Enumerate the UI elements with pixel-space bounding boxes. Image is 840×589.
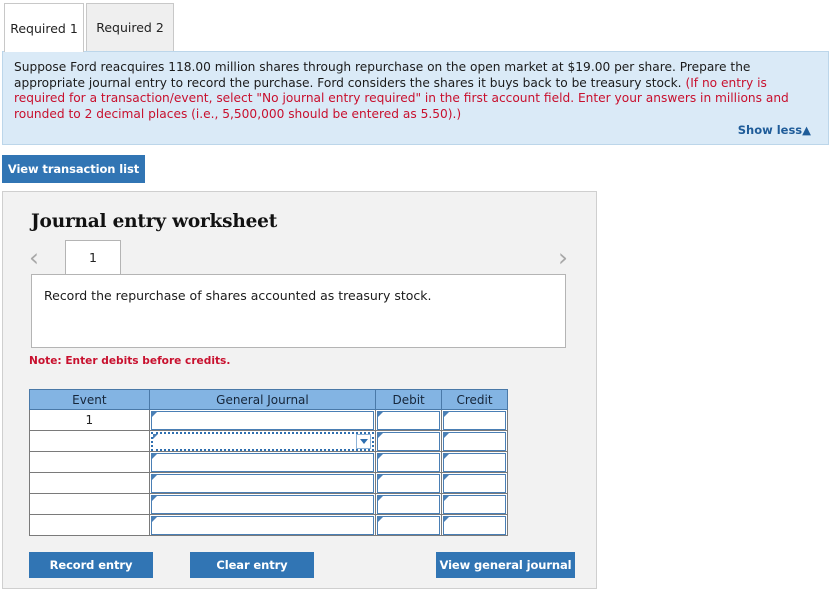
table-row: 1 — [29, 409, 508, 431]
account-select-input-active[interactable] — [150, 431, 375, 451]
debit-input[interactable] — [377, 494, 441, 514]
event-cell — [29, 430, 150, 452]
debit-input[interactable] — [377, 431, 441, 451]
account-select-input[interactable] — [150, 452, 375, 472]
general-journal-cell[interactable] — [148, 451, 377, 473]
chevron-right-icon[interactable]: › — [558, 245, 568, 270]
credit-input[interactable] — [443, 494, 506, 514]
event-cell — [29, 472, 150, 494]
account-select-input[interactable] — [150, 515, 375, 535]
record-entry-button[interactable]: Record entry — [29, 552, 153, 578]
tab-required-1-label: Required 1 — [10, 20, 78, 36]
worksheet-page-tab-1[interactable]: 1 — [65, 240, 121, 274]
table-row — [29, 430, 508, 452]
tab-required-2-label: Required 2 — [96, 20, 164, 35]
account-select-input[interactable] — [150, 473, 375, 493]
general-journal-cell[interactable] — [148, 493, 377, 515]
debit-cell[interactable] — [375, 472, 443, 494]
credit-cell[interactable] — [441, 472, 508, 494]
instructions-panel: Suppose Ford reacquires 118.00 million s… — [2, 51, 829, 145]
credit-input[interactable] — [443, 515, 506, 535]
journal-entry-table: Event General Journal Debit Credit 1 — [29, 389, 508, 536]
debit-cell[interactable] — [375, 514, 443, 536]
general-journal-cell[interactable] — [148, 472, 377, 494]
credit-cell[interactable] — [441, 514, 508, 536]
chevron-left-icon[interactable]: ‹ — [29, 245, 39, 270]
page-title: Journal entry worksheet — [31, 211, 278, 232]
debit-input[interactable] — [377, 515, 441, 535]
column-header-event: Event — [29, 389, 150, 410]
table-row — [29, 451, 508, 473]
event-cell — [29, 451, 150, 473]
column-header-debit: Debit — [375, 389, 443, 410]
instructions-text: Suppose Ford reacquires 118.00 million s… — [14, 60, 817, 122]
debit-cell[interactable] — [375, 409, 443, 431]
column-header-credit: Credit — [441, 389, 508, 410]
table-row — [29, 472, 508, 494]
credit-cell[interactable] — [441, 493, 508, 515]
general-journal-cell[interactable] — [148, 430, 377, 452]
table-row — [29, 493, 508, 515]
debits-before-credits-note: Note: Enter debits before credits. — [29, 355, 231, 367]
credit-input[interactable] — [443, 410, 506, 430]
view-transaction-list-button[interactable]: View transaction list — [2, 155, 145, 183]
credit-input[interactable] — [443, 473, 506, 493]
column-header-general-journal: General Journal — [148, 389, 377, 410]
credit-cell[interactable] — [441, 430, 508, 452]
worksheet-description-box: Record the repurchase of shares accounte… — [31, 274, 566, 348]
general-journal-cell[interactable] — [148, 514, 377, 536]
tab-required-2[interactable]: Required 2 — [86, 3, 174, 51]
required-tab-strip: Required 1 Required 2 — [0, 0, 840, 52]
view-general-journal-button[interactable]: View general journal — [436, 552, 575, 578]
tab-required-1[interactable]: Required 1 — [4, 3, 84, 52]
debit-cell[interactable] — [375, 493, 443, 515]
debit-input[interactable] — [377, 452, 441, 472]
clear-entry-button[interactable]: Clear entry — [190, 552, 314, 578]
debit-input[interactable] — [377, 410, 441, 430]
chevron-down-icon[interactable] — [356, 433, 372, 449]
worksheet-description-text: Record the repurchase of shares accounte… — [44, 288, 432, 303]
worksheet-page-number: 1 — [89, 250, 97, 265]
event-cell — [29, 514, 150, 536]
journal-entry-worksheet-panel: Journal entry worksheet ‹ › 1 Record the… — [2, 191, 597, 589]
table-header-row: Event General Journal Debit Credit — [29, 389, 508, 410]
account-select-input[interactable] — [150, 410, 375, 430]
credit-cell[interactable] — [441, 451, 508, 473]
debit-cell[interactable] — [375, 430, 443, 452]
credit-input[interactable] — [443, 431, 506, 451]
account-select-input[interactable] — [150, 494, 375, 514]
show-less-link[interactable]: Show less▲ — [738, 123, 811, 137]
credit-input[interactable] — [443, 452, 506, 472]
instructions-segment-normal: Suppose Ford reacquires 118.00 million s… — [14, 60, 751, 90]
event-cell — [29, 493, 150, 515]
event-cell: 1 — [29, 409, 150, 431]
debit-cell[interactable] — [375, 451, 443, 473]
credit-cell[interactable] — [441, 409, 508, 431]
debit-input[interactable] — [377, 473, 441, 493]
table-row — [29, 514, 508, 536]
general-journal-cell[interactable] — [148, 409, 377, 431]
